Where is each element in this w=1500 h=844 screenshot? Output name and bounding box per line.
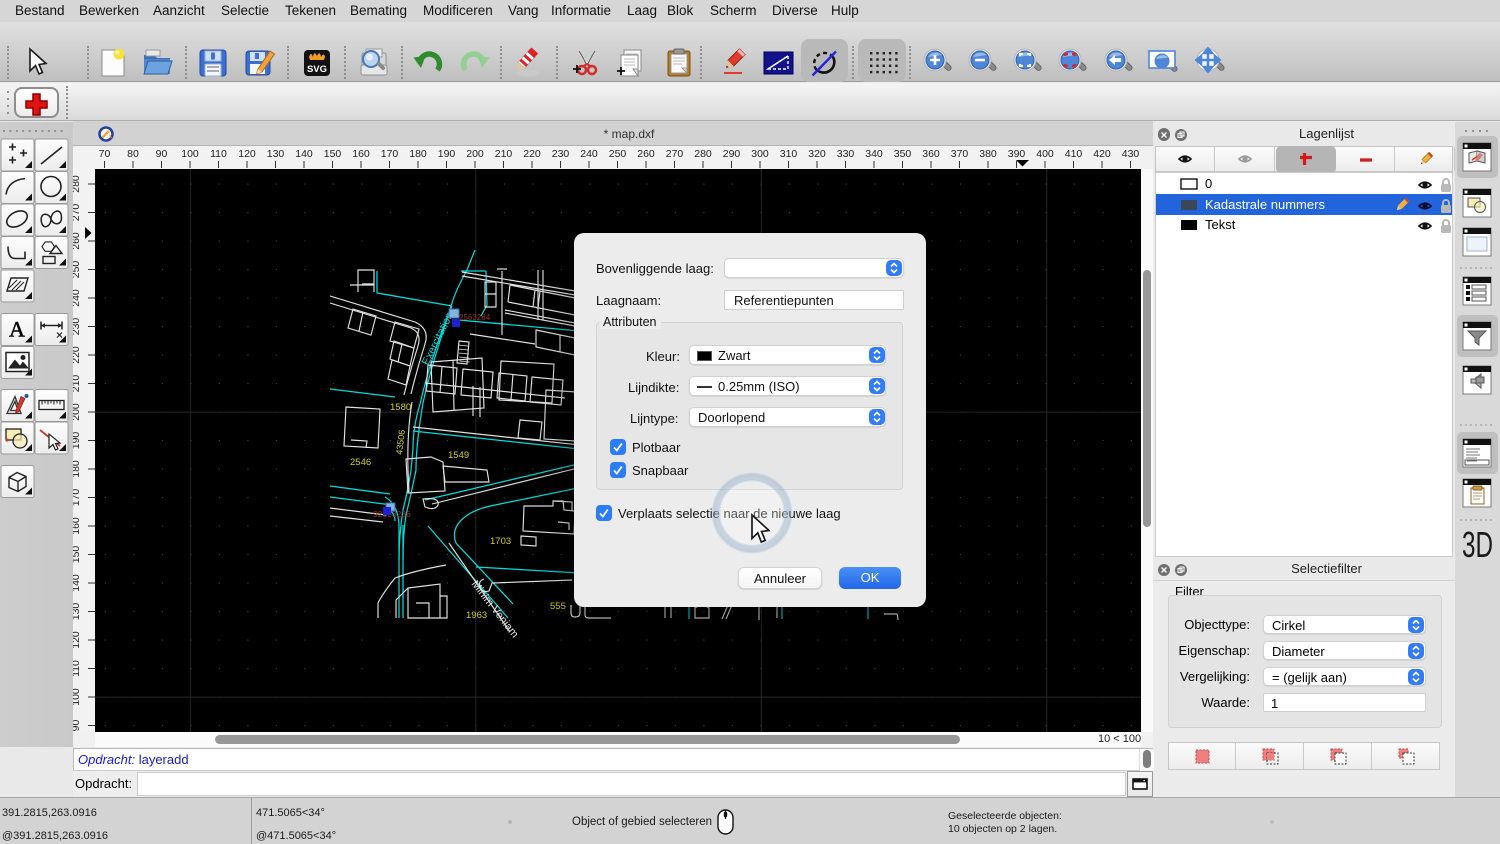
svg-text:230: 230 [73,318,82,336]
svg-text:210: 210 [495,148,513,160]
svg-text:420: 420 [1093,148,1111,160]
svg-text:1703: 1703 [490,536,511,547]
svg-text:SVG: SVG [307,64,327,75]
svg-text:43506: 43506 [394,429,407,455]
svg-text:380: 380 [979,148,997,160]
svg-text:100: 100 [73,688,82,706]
svg-text:170: 170 [381,148,399,160]
svg-text:140: 140 [73,574,82,592]
svg-text:200: 200 [466,148,484,160]
svg-text:270: 270 [666,148,684,160]
svg-text:2563284: 2563284 [459,313,491,322]
svg-text:340: 340 [865,148,883,160]
svg-text:180: 180 [73,460,82,478]
svg-text:80: 80 [127,148,139,160]
svg-text:330: 330 [837,148,855,160]
svg-text:100: 100 [181,148,199,160]
svg-text:280: 280 [694,148,712,160]
svg-text:250: 250 [73,261,82,279]
svg-text:160: 160 [73,517,82,535]
svg-text:90: 90 [156,148,168,160]
svg-text:310: 310 [780,148,798,160]
svg-text:1580: 1580 [390,402,411,413]
svg-text:390: 390 [1008,148,1026,160]
svg-text:130: 130 [73,603,82,621]
svg-text:260: 260 [637,148,655,160]
svg-text:260: 260 [73,232,82,250]
svg-text:240: 240 [580,148,598,160]
svg-text:240: 240 [73,289,82,307]
svg-text:280: 280 [73,175,82,193]
svg-text:130: 130 [267,148,285,160]
svg-text:320: 320 [808,148,826,160]
svg-text:180: 180 [409,148,427,160]
svg-text:350: 350 [894,148,912,160]
svg-text:150: 150 [324,148,342,160]
svg-text:120: 120 [73,631,82,649]
svg-text:190: 190 [73,432,82,450]
svg-text:1963: 1963 [466,610,487,621]
svg-text:555: 555 [550,601,566,612]
svg-text:170: 170 [73,489,82,507]
svg-text:3D: 3D [1462,524,1493,565]
svg-text:190: 190 [438,148,456,160]
svg-text:370: 370 [951,148,969,160]
svg-text:410: 410 [1065,148,1083,160]
svg-text:Exercitation: Exercitation [420,310,456,367]
svg-text:140: 140 [295,148,313,160]
svg-text:300: 300 [751,148,769,160]
svg-text:270: 270 [73,204,82,222]
svg-text:160: 160 [352,148,370,160]
svg-text:120: 120 [238,148,256,160]
svg-text:1549: 1549 [448,450,469,461]
svg-text:2546: 2546 [350,457,371,468]
svg-text:A: A [9,317,25,342]
svg-text:210: 210 [73,375,82,393]
svg-text:110: 110 [73,660,82,677]
svg-text:400: 400 [1036,148,1054,160]
svg-text:230: 230 [552,148,570,160]
svg-text:290: 290 [723,148,741,160]
svg-text:250: 250 [609,148,627,160]
svg-text:90: 90 [73,720,82,732]
svg-text:110: 110 [210,148,227,160]
svg-text:430: 430 [1122,148,1140,160]
svg-text:150: 150 [73,546,82,564]
svg-text:360: 360 [922,148,940,160]
svg-text:220: 220 [73,346,82,364]
svg-text:70: 70 [99,148,111,160]
svg-text:200: 200 [73,403,82,421]
svg-text:220: 220 [523,148,541,160]
